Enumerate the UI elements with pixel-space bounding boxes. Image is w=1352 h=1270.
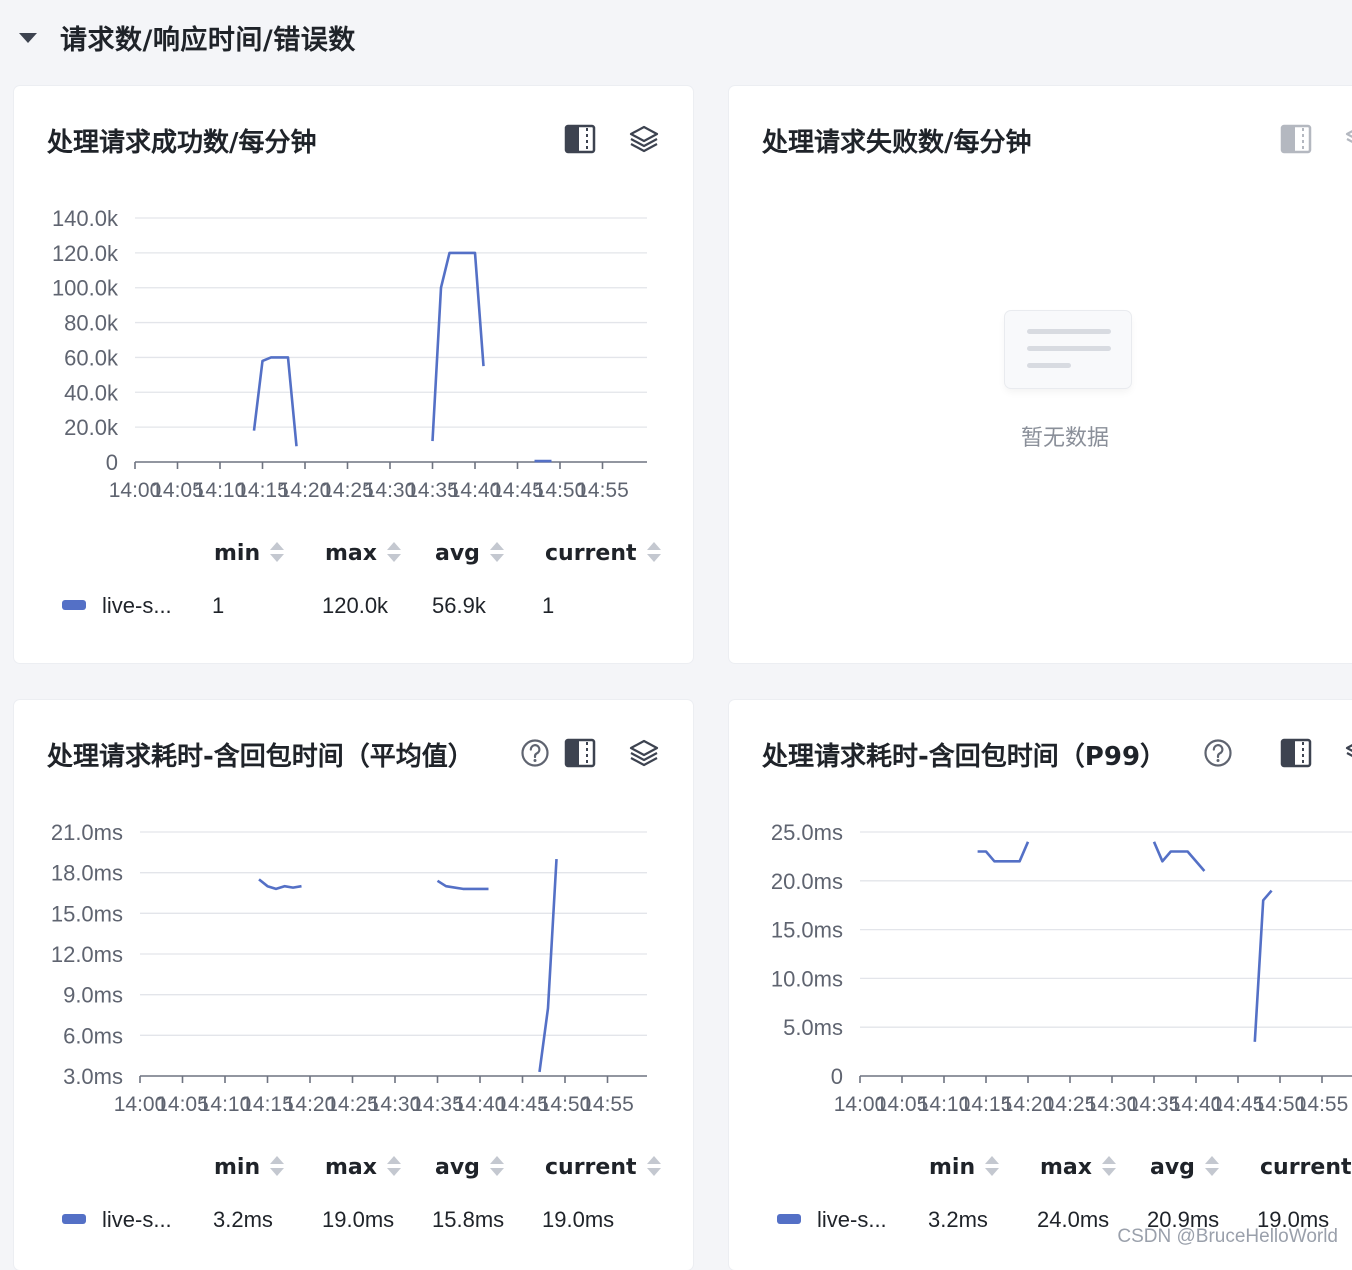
legend-max-value: 120.0k — [322, 593, 389, 618]
sort-icon[interactable] — [270, 541, 285, 563]
series-line — [258, 878, 302, 891]
x-tick-label: 14:55 — [576, 479, 629, 502]
sort-icon[interactable] — [489, 541, 504, 563]
y-tick-label: 80.0k — [64, 311, 119, 336]
y-tick-label: 20.0k — [64, 415, 119, 440]
x-tick-label: 14:55 — [1296, 1093, 1349, 1116]
series-line — [252, 356, 298, 447]
legend-series-name[interactable]: live-s... — [102, 593, 172, 619]
caret-down-icon[interactable] — [19, 33, 37, 43]
legend-max-value: 24.0ms — [1037, 1207, 1110, 1232]
series-line — [977, 841, 1030, 863]
legend-swatch — [777, 1214, 801, 1224]
y-tick-label: 100.0k — [52, 276, 119, 301]
panel-latency-avg: 处理请求耗时-含回包时间（平均值） 21.0ms 18.0ms 15.0ms 12.0… — [14, 700, 693, 1270]
legend-min-value: 3.2ms — [213, 1207, 273, 1232]
legend-series-name[interactable]: live-s... — [817, 1207, 887, 1233]
y-tick-label: 3.0ms — [63, 1064, 123, 1089]
legend-min-value: 1 — [212, 593, 225, 618]
sort-icon[interactable] — [386, 1155, 401, 1177]
empty-data-icon — [1005, 311, 1131, 388]
panel-success-count: 处理请求成功数/每分钟 140.0k 120.0k 100.0k 80.0k 60.0k… — [14, 86, 693, 663]
sort-icon[interactable] — [270, 1155, 285, 1177]
sort-icon[interactable] — [985, 1155, 1000, 1177]
legend-current-value: 19.0ms — [542, 1207, 615, 1232]
series-line — [431, 251, 485, 442]
chart-area: 25.0ms20.0ms15.0ms10.0ms5.0ms014:0014:05… — [771, 820, 1352, 1116]
series-line — [1152, 841, 1206, 872]
y-tick-label: 15.0ms — [51, 901, 123, 926]
section-title: 请求数/响应时间/错误数 — [60, 25, 356, 56]
x-tick-label: 14:55 — [581, 1093, 634, 1116]
split-view-icon[interactable] — [1279, 122, 1313, 156]
series-line — [538, 859, 558, 1073]
panel-latency-p99: 处理请求耗时-含回包时间（P99） 25.0ms 20.0ms 15.0ms 10.0… — [729, 700, 1352, 1270]
legend-header-avg[interactable]: avg — [435, 1155, 504, 1180]
legend-header-max[interactable]: max — [325, 541, 401, 566]
sort-icon[interactable] — [1204, 1155, 1219, 1177]
sort-icon[interactable] — [1101, 1155, 1116, 1177]
panel-title: 处理请求失败数/每分钟 — [762, 128, 1032, 158]
y-tick-label: 15.0ms — [771, 918, 843, 943]
y-tick-label: 140.0k — [52, 206, 119, 231]
series-line — [1253, 889, 1273, 1042]
legend-series-name[interactable]: live-s... — [102, 1207, 172, 1233]
legend-header-current[interactable]: current — [545, 541, 661, 566]
y-tick-label: 120.0k — [52, 241, 119, 266]
y-tick-label: 20.0ms — [771, 869, 843, 894]
y-tick-label: 60.0k — [64, 345, 119, 370]
sort-icon[interactable] — [646, 1155, 661, 1177]
legend-current-value: 1 — [542, 593, 555, 618]
sort-icon[interactable] — [489, 1155, 504, 1177]
y-tick-label: 12.0ms — [51, 942, 123, 967]
y-tick-label: 0 — [106, 450, 118, 475]
legend-max-value: 19.0ms — [322, 1207, 395, 1232]
empty-data-text: 暂无数据 — [1021, 426, 1110, 451]
chart-area: 140.0k 120.0k 100.0k 80.0k 60.0k 40.0k 20.0k 0 1… — [52, 206, 647, 502]
legend-header-min[interactable]: min — [929, 1155, 1000, 1180]
legend-header-current[interactable]: current — [545, 1155, 661, 1180]
y-tick-label: 9.0ms — [63, 983, 123, 1008]
legend-avg-value: 56.9k — [432, 593, 486, 618]
series-line — [436, 879, 489, 891]
legend-avg-value: 15.8ms — [432, 1207, 505, 1232]
watermark: CSDN @BruceHelloWorld — [1117, 1226, 1338, 1247]
y-tick-label: 5.0ms — [783, 1015, 843, 1040]
legend-header-avg[interactable]: avg — [1150, 1155, 1219, 1180]
legend-header-min[interactable]: min — [214, 541, 285, 566]
legend-swatch — [62, 1214, 86, 1224]
panel-failure-count: 处理请求失败数/每分钟 暂无数据 — [729, 86, 1352, 663]
legend-min-value: 3.2ms — [928, 1207, 988, 1232]
layers-icon[interactable] — [1343, 122, 1352, 156]
legend-header-max[interactable]: max — [1040, 1155, 1116, 1180]
y-tick-label: 10.0ms — [771, 966, 843, 991]
y-tick-label: 25.0ms — [771, 820, 843, 845]
sort-icon[interactable] — [646, 541, 661, 563]
y-tick-label: 21.0ms — [51, 820, 123, 845]
legend-header-min[interactable]: min — [214, 1155, 285, 1180]
section-header[interactable]: 请求数/响应时间/错误数 — [0, 0, 1352, 78]
legend-swatch — [62, 600, 86, 610]
y-tick-label: 0 — [831, 1064, 843, 1089]
legend-header-avg[interactable]: avg — [435, 541, 504, 566]
legend-header-max[interactable]: max — [325, 1155, 401, 1180]
sort-icon[interactable] — [386, 541, 401, 563]
y-tick-label: 18.0ms — [51, 861, 123, 886]
y-tick-label: 40.0k — [64, 380, 119, 405]
y-tick-label: 6.0ms — [63, 1023, 123, 1048]
legend-header-current[interactable]: current — [1260, 1155, 1352, 1180]
chart-area: 21.0ms 18.0ms 15.0ms 12.0ms 9.0ms 6.0ms 3.0ms 1… — [51, 820, 647, 1116]
